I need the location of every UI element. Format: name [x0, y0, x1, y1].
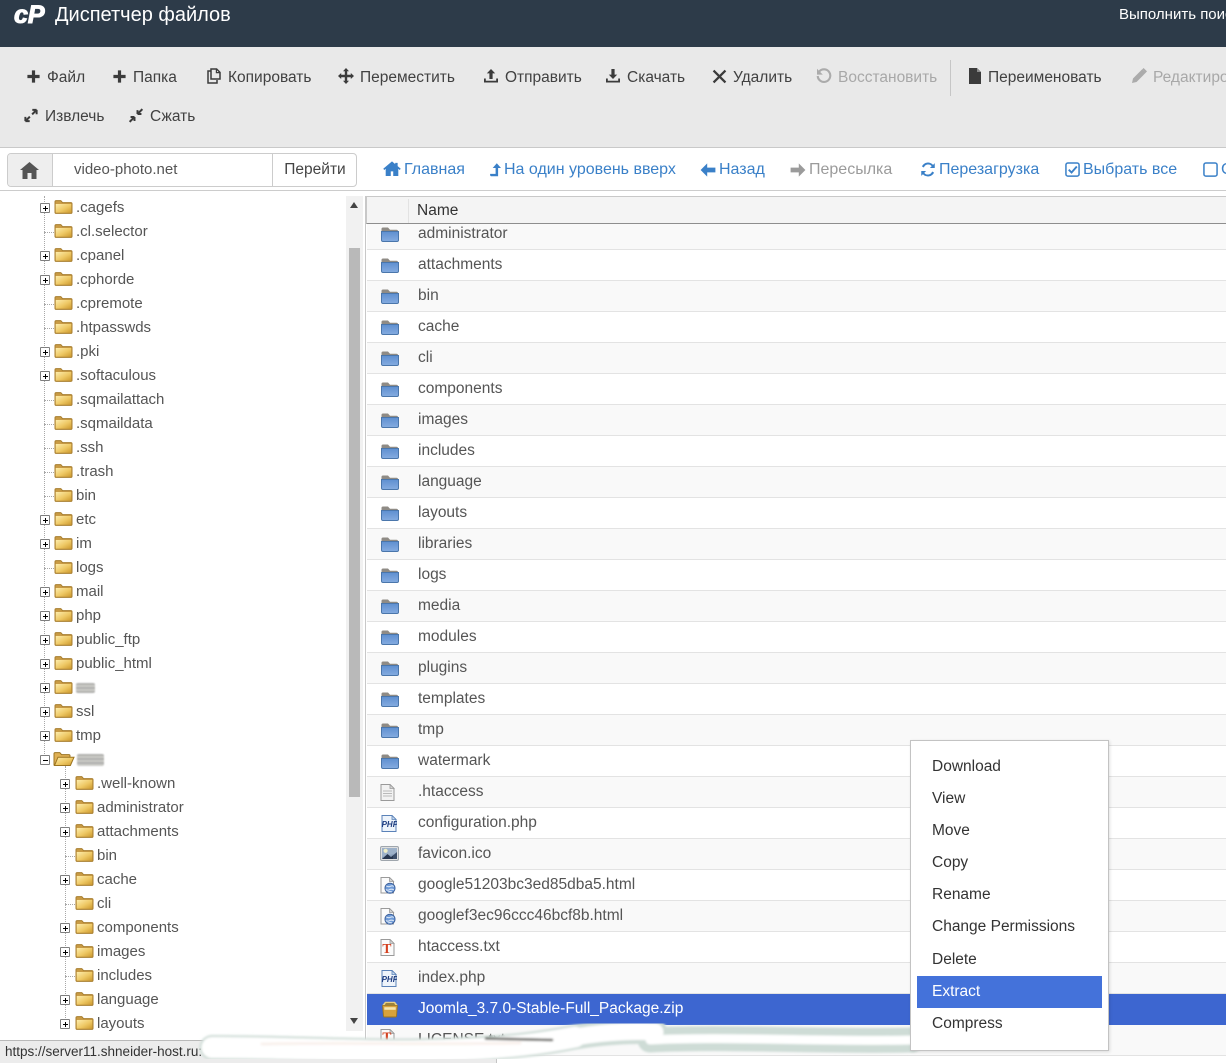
svg-text:T: T [382, 941, 391, 956]
svg-text:PHP: PHP [382, 820, 397, 829]
svg-text:cP: cP [14, 3, 45, 27]
svg-text:PHP: PHP [382, 975, 397, 984]
